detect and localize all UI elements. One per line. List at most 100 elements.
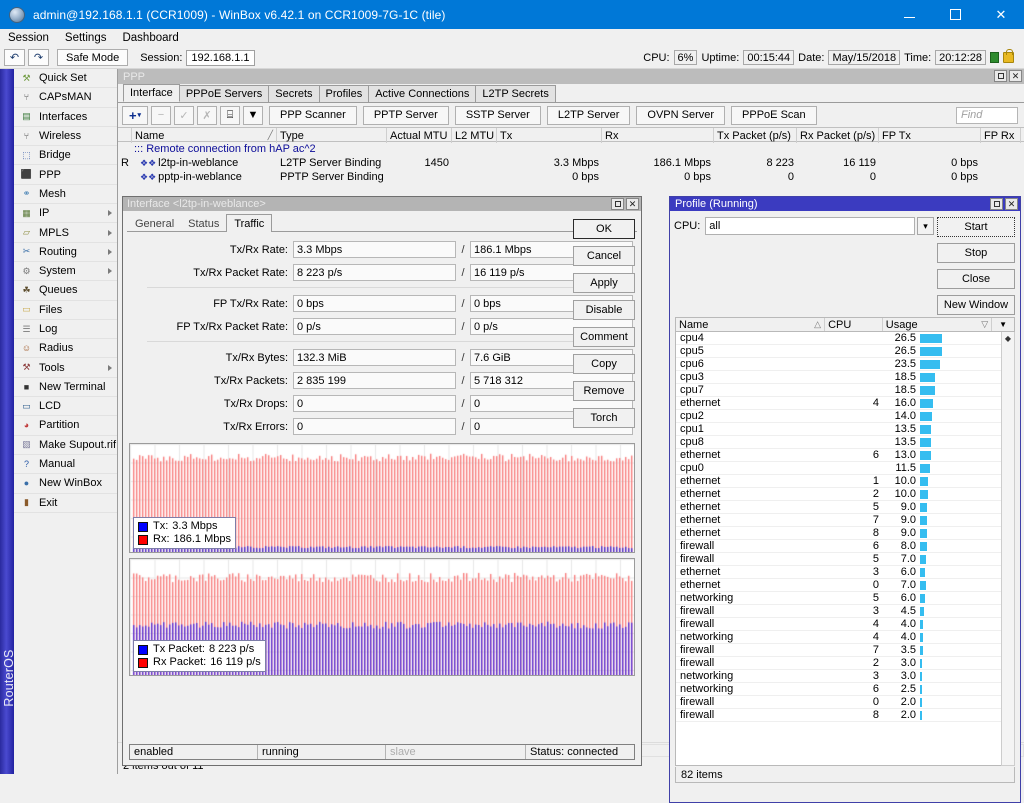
tab-pppoe-servers[interactable]: PPPoE Servers: [179, 85, 269, 102]
copy-button[interactable]: Copy: [573, 354, 635, 374]
ok-button[interactable]: OK: [573, 219, 635, 239]
comment-button[interactable]: ⌸: [220, 106, 240, 125]
profile-row[interactable]: ethernet416.0: [676, 397, 1014, 410]
sidebar-item-wireless[interactable]: ⑂Wireless: [14, 127, 117, 146]
sidebar-item-capsman[interactable]: ⑂CAPsMAN: [14, 88, 117, 107]
profile-col-usage[interactable]: Usage ▽: [883, 318, 992, 331]
profile-row[interactable]: firewall44.0: [676, 618, 1014, 631]
scroll-left-icon-2[interactable]: [675, 786, 689, 799]
profile-row[interactable]: networking44.0: [676, 631, 1014, 644]
sidebar-item-log[interactable]: ☰Log: [14, 320, 117, 339]
sidebar-item-queues[interactable]: ☘Queues: [14, 281, 117, 300]
sidebar-item-exit[interactable]: ▮Exit: [14, 494, 117, 513]
remove-button[interactable]: Remove: [573, 381, 635, 401]
sidebar-item-files[interactable]: ▭Files: [14, 301, 117, 320]
profile-row[interactable]: firewall68.0: [676, 540, 1014, 553]
field-txrx-errors-tx[interactable]: 0: [293, 418, 456, 435]
profile-row[interactable]: cpu813.5: [676, 436, 1014, 449]
close-button[interactable]: Close: [937, 269, 1015, 289]
sidebar-item-partition[interactable]: ◕Partition: [14, 416, 117, 435]
sidebar-item-quick-set[interactable]: ⚒Quick Set: [14, 69, 117, 88]
profile-close-button[interactable]: ✕: [1005, 198, 1018, 210]
profile-row[interactable]: ethernet36.0: [676, 566, 1014, 579]
ppp-col-fp-tx[interactable]: FP Tx: [879, 128, 981, 143]
profile-row[interactable]: ethernet210.0: [676, 488, 1014, 501]
sidebar-item-tools[interactable]: ⚒Tools: [14, 358, 117, 377]
menu-item-settings[interactable]: Settings: [57, 31, 115, 45]
profile-row[interactable]: networking62.5: [676, 683, 1014, 696]
sidebar-item-system[interactable]: ⚙System: [14, 262, 117, 281]
profile-row[interactable]: ethernet07.0: [676, 579, 1014, 592]
profile-row[interactable]: cpu526.5: [676, 345, 1014, 358]
ppp-col-fp-rx[interactable]: FP Rx: [981, 128, 1021, 143]
l2tp-server-button[interactable]: L2TP Server: [547, 106, 631, 125]
maximize-button[interactable]: [932, 0, 978, 29]
close-button[interactable]: ✕: [978, 0, 1024, 29]
field-txrx-rate-tx[interactable]: 3.3 Mbps: [293, 241, 456, 258]
redo-icon[interactable]: ↷: [28, 49, 49, 66]
scroll-up-icon[interactable]: ◆: [1002, 332, 1014, 345]
menu-item-session[interactable]: Session: [0, 31, 57, 45]
ppp-col-rx-packet-p-s-[interactable]: Rx Packet (p/s): [797, 128, 879, 143]
sidebar-item-mpls[interactable]: ▱MPLS: [14, 223, 117, 242]
sidebar-item-make-supout-rif[interactable]: ▧Make Supout.rif: [14, 436, 117, 455]
cancel-button[interactable]: Cancel: [573, 246, 635, 266]
profile-row[interactable]: cpu113.5: [676, 423, 1014, 436]
table-row[interactable]: ❖❖pptp-in-weblancePPTP Server Binding0 b…: [118, 170, 1024, 184]
find-input[interactable]: Find: [956, 107, 1018, 124]
sidebar-item-mesh[interactable]: ⚭Mesh: [14, 185, 117, 204]
tab-interface[interactable]: Interface: [123, 84, 180, 102]
pptp-server-button[interactable]: PPTP Server: [363, 106, 449, 125]
profile-vertical-scrollbar[interactable]: ◆: [1001, 332, 1015, 766]
tab-active-connections[interactable]: Active Connections: [368, 85, 476, 102]
torch-button[interactable]: Torch: [573, 408, 635, 428]
profile-row[interactable]: networking56.0: [676, 592, 1014, 605]
profile-col-name[interactable]: Name △: [676, 318, 825, 331]
profile-row[interactable]: cpu318.5: [676, 371, 1014, 384]
ppp-col-tx[interactable]: Tx: [497, 128, 602, 143]
profile-bottom-scroll[interactable]: [675, 785, 1015, 800]
sidebar-item-new-winbox[interactable]: ●New WinBox: [14, 474, 117, 493]
undo-icon[interactable]: ↶: [4, 49, 25, 66]
ovpn-server-button[interactable]: OVPN Server: [636, 106, 725, 125]
interface-tab-status[interactable]: Status: [181, 216, 226, 232]
profile-row[interactable]: cpu214.0: [676, 410, 1014, 423]
column-chooser-icon[interactable]: ▼: [992, 318, 1014, 331]
sidebar-item-new-terminal[interactable]: ■New Terminal: [14, 378, 117, 397]
ppp-col-flag[interactable]: [118, 128, 132, 143]
ppp-col-type[interactable]: Type: [277, 128, 387, 143]
field-fp-txrx-packet-rate-tx[interactable]: 0 p/s: [293, 318, 456, 335]
interface-tab-general[interactable]: General: [128, 216, 181, 232]
profile-row[interactable]: ethernet613.0: [676, 449, 1014, 462]
interface-close-button[interactable]: ✕: [626, 198, 639, 210]
profile-row[interactable]: ethernet59.0: [676, 501, 1014, 514]
ppp-close-button[interactable]: ✕: [1009, 70, 1022, 82]
field-fp-txrx-rate-tx[interactable]: 0 bps: [293, 295, 456, 312]
sidebar-item-routing[interactable]: ✂Routing: [14, 243, 117, 262]
profile-row[interactable]: firewall23.0: [676, 657, 1014, 670]
profile-row[interactable]: ethernet89.0: [676, 527, 1014, 540]
tab-profiles[interactable]: Profiles: [319, 85, 370, 102]
profile-row[interactable]: cpu718.5: [676, 384, 1014, 397]
profile-col-cpu[interactable]: CPU: [825, 318, 883, 331]
table-row[interactable]: R❖❖l2tp-in-weblanceL2TP Server Binding14…: [118, 156, 1024, 170]
sidebar-item-manual[interactable]: ?Manual: [14, 455, 117, 474]
ppp-col-actual-mtu[interactable]: Actual MTU: [387, 128, 452, 143]
enable-interface-button[interactable]: ✓: [174, 106, 194, 125]
sidebar-item-radius[interactable]: ☺Radius: [14, 339, 117, 358]
profile-row[interactable]: firewall57.0: [676, 553, 1014, 566]
interface-restore-button[interactable]: [611, 198, 624, 210]
ppp-col-rx[interactable]: Rx: [602, 128, 714, 143]
comment-button[interactable]: Comment: [573, 327, 635, 347]
sidebar-item-bridge[interactable]: ⬚Bridge: [14, 146, 117, 165]
field-txrx-packet-rate-tx[interactable]: 8 223 p/s: [293, 264, 456, 281]
chevron-down-icon[interactable]: ▾: [917, 217, 934, 235]
filter-icon[interactable]: ▼: [243, 106, 263, 125]
ppp-col-l2-mtu[interactable]: L2 MTU: [452, 128, 497, 143]
safe-mode-button[interactable]: Safe Mode: [57, 49, 128, 66]
disable-interface-button[interactable]: ✗: [197, 106, 217, 125]
interface-tab-traffic[interactable]: Traffic: [226, 214, 272, 232]
profile-row[interactable]: firewall82.0: [676, 709, 1014, 722]
profile-row[interactable]: firewall34.5: [676, 605, 1014, 618]
profile-restore-button[interactable]: [990, 198, 1003, 210]
